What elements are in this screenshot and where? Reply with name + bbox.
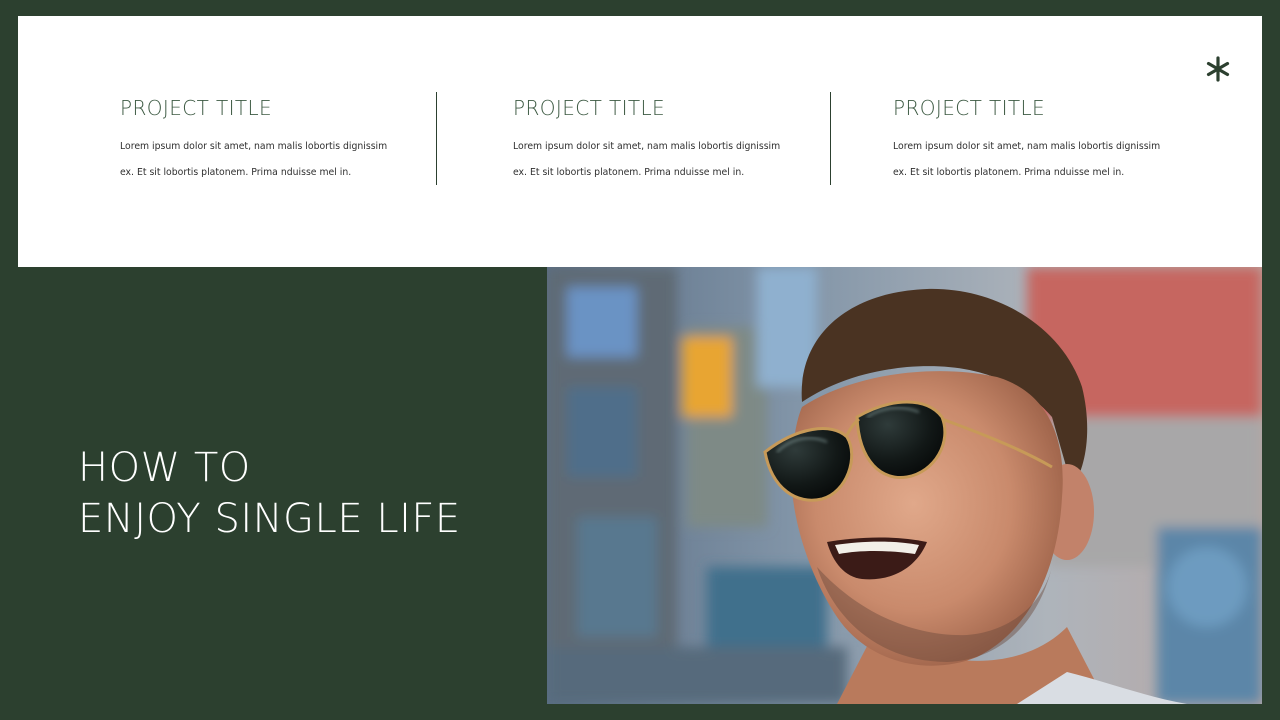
project-description-line-2: ex. Et sit lobortis platonem. Prima ndui… [513, 167, 745, 178]
project-description-line-1: Lorem ipsum dolor sit amet, nam malis lo… [893, 141, 1161, 152]
photo-illustration [547, 267, 1262, 704]
projects-panel: PROJECT TITLE Lorem ipsum dolor sit amet… [18, 16, 1262, 267]
smiling-man-photo [547, 267, 1262, 704]
project-description-line-1: Lorem ipsum dolor sit amet, nam malis lo… [120, 141, 388, 152]
project-title: PROJECT TITLE [893, 96, 1046, 120]
project-description-line-2: ex. Et sit lobortis platonem. Prima ndui… [893, 167, 1125, 178]
headline-line-1: HOW TO [78, 445, 251, 491]
project-title: PROJECT TITLE [120, 96, 273, 120]
column-divider [830, 92, 831, 185]
asterisk-icon [1206, 56, 1230, 82]
slide-headline: HOW TO ENJOY SINGLE LIFE [78, 443, 461, 545]
headline-line-2: ENJOY SINGLE LIFE [78, 496, 461, 542]
project-description-line-1: Lorem ipsum dolor sit amet, nam malis lo… [513, 141, 781, 152]
project-title: PROJECT TITLE [513, 96, 666, 120]
project-description-line-2: ex. Et sit lobortis platonem. Prima ndui… [120, 167, 352, 178]
column-divider [436, 92, 437, 185]
